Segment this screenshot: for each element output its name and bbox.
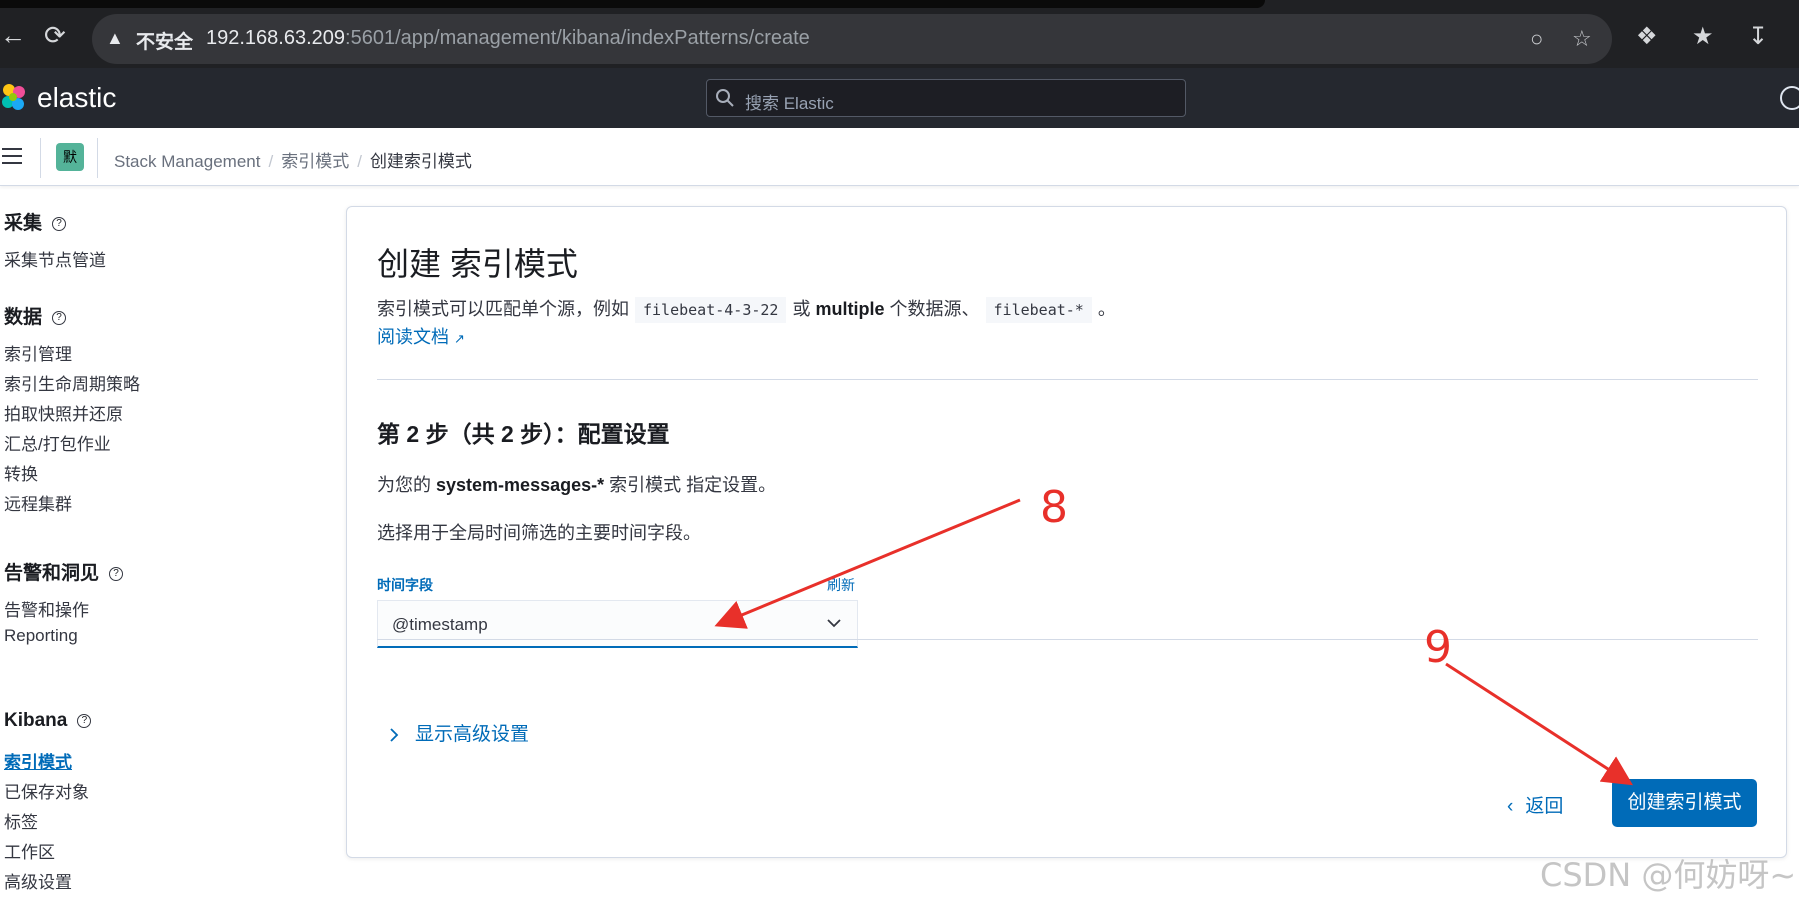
reload-icon[interactable]: ⟳ <box>44 22 66 48</box>
watermark: CSDN @何妨呀~ <box>1540 856 1797 894</box>
favorites-icon[interactable]: ★ <box>1692 22 1714 51</box>
time-field-select[interactable]: @timestamp <box>377 600 858 648</box>
zoom-icon[interactable]: ○ <box>1530 26 1543 52</box>
breadcrumb-current: 创建索引模式 <box>369 152 472 171</box>
browser-toolbar: ← ⟳ ▲ 不安全 192.168.63.209:5601/app/manage… <box>0 0 1799 68</box>
search-input[interactable]: 搜索 Elastic <box>706 79 1186 117</box>
sidebar-section-kibana: Kibana? <box>4 710 92 732</box>
sidebar-section-alerts: 告警和洞见? <box>4 558 124 585</box>
refresh-fields-link[interactable]: 刷新 <box>827 575 855 595</box>
example-code-multiple: filebeat-* <box>985 297 1092 323</box>
sidebar-item-snapshot-restore[interactable]: 拍取快照并还原 <box>4 400 123 425</box>
sidebar-item-tags[interactable]: 标签 <box>4 808 38 833</box>
logo-text[interactable]: elastic <box>37 82 116 114</box>
breadcrumb-bar: 默 Stack Management / 索引模式 / 创建索引模式 <box>0 128 1799 186</box>
help-menu-icon[interactable] <box>1780 86 1799 110</box>
menu-toggle-icon[interactable] <box>2 148 22 166</box>
divider <box>377 639 1758 640</box>
time-field-hint: 选择用于全局时间筛选的主要时间字段。 <box>377 523 701 543</box>
annotation-step-8: 8 <box>1040 482 1068 533</box>
annotation-step-9: 9 <box>1424 622 1452 673</box>
help-icon[interactable]: ? <box>109 566 124 581</box>
sidebar-item-workspaces[interactable]: 工作区 <box>4 838 55 863</box>
breadcrumb-stack-management[interactable]: Stack Management <box>114 152 260 171</box>
page-title: 创建 索引模式 <box>377 246 578 282</box>
time-field-label: 时间字段 <box>377 577 433 593</box>
sidebar-item-ilm-policies[interactable]: 索引生命周期策略 <box>4 370 140 395</box>
step-description: 为您的 system-messages-* 索引模式 指定设置。 <box>377 475 777 495</box>
sidebar-item-transforms[interactable]: 转换 <box>4 460 38 485</box>
space-avatar[interactable]: 默 <box>56 143 84 171</box>
help-icon[interactable]: ? <box>77 713 92 728</box>
divider <box>40 138 41 178</box>
sidebar-item-remote-clusters[interactable]: 远程集群 <box>4 490 72 515</box>
sidebar-item-index-patterns[interactable]: 索引模式 <box>4 748 72 773</box>
sidebar-item-advanced-settings[interactable]: 高级设置 <box>4 868 72 893</box>
breadcrumb-index-patterns[interactable]: 索引模式 <box>281 152 349 171</box>
example-code-single: filebeat-4-3-22 <box>635 297 787 323</box>
read-docs-link[interactable]: 阅读文档 ↗ <box>377 323 465 349</box>
url-path: :5601/app/management/kibana/indexPattern… <box>345 27 810 49</box>
create-index-pattern-button[interactable]: 创建索引模式 <box>1612 779 1757 827</box>
sidebar-item-rollup-jobs[interactable]: 汇总/打包作业 <box>4 430 111 455</box>
warning-icon[interactable]: ▲ <box>106 28 124 49</box>
chevron-right-icon <box>390 728 399 742</box>
extensions-icon[interactable]: ❖ <box>1636 22 1658 51</box>
back-button[interactable]: ‹ 返回 <box>1507 791 1563 818</box>
url-host: 192.168.63.209 <box>206 27 346 49</box>
back-arrow-icon[interactable]: ← <box>0 22 26 48</box>
tab-strip <box>0 0 1265 8</box>
address-bar[interactable]: ▲ 不安全 192.168.63.209:5601/app/management… <box>92 14 1612 64</box>
security-label[interactable]: 不安全 <box>136 27 193 54</box>
download-icon[interactable]: ↧ <box>1748 22 1768 51</box>
bookmark-star-icon[interactable]: ☆ <box>1572 26 1592 52</box>
sidebar-item-saved-objects[interactable]: 已保存对象 <box>4 778 89 803</box>
help-icon[interactable]: ? <box>52 216 67 231</box>
elastic-header: elastic 搜索 Elastic <box>0 68 1799 128</box>
chevron-left-icon: ‹ <box>1507 796 1514 817</box>
breadcrumb: Stack Management / 索引模式 / 创建索引模式 <box>114 152 472 171</box>
divider <box>97 138 98 178</box>
external-link-icon: ↗ <box>454 331 465 346</box>
time-field-value: @timestamp <box>392 615 488 634</box>
sidebar-item-ingest-pipelines[interactable]: 采集节点管道 <box>4 246 106 271</box>
sidebar-section-ingest: 采集? <box>4 208 67 235</box>
page-description: 索引模式可以匹配单个源，例如 filebeat-4-3-22 或 multiple … <box>377 295 1116 323</box>
help-icon[interactable]: ? <box>52 310 67 325</box>
sidebar-item-reporting[interactable]: Reporting <box>4 626 78 646</box>
chevron-down-icon <box>827 619 841 628</box>
sidebar-item-alerts-actions[interactable]: 告警和操作 <box>4 596 89 621</box>
side-nav: 采集? 采集节点管道 数据? 索引管理 索引生命周期策略 拍取快照并还原 汇总/… <box>0 186 330 904</box>
sidebar-section-data: 数据? <box>4 302 67 329</box>
step-title: 第 2 步（共 2 步）：配置设置 <box>377 421 670 447</box>
sidebar-item-index-management[interactable]: 索引管理 <box>4 340 72 365</box>
show-advanced-settings[interactable]: 显示高级设置 <box>377 719 529 746</box>
divider <box>377 379 1758 380</box>
url-text[interactable]: 192.168.63.209:5601/app/management/kiban… <box>206 27 810 50</box>
search-placeholder: 搜索 Elastic <box>745 94 834 113</box>
search-icon <box>716 89 734 107</box>
elastic-logo-icon[interactable] <box>0 82 28 112</box>
